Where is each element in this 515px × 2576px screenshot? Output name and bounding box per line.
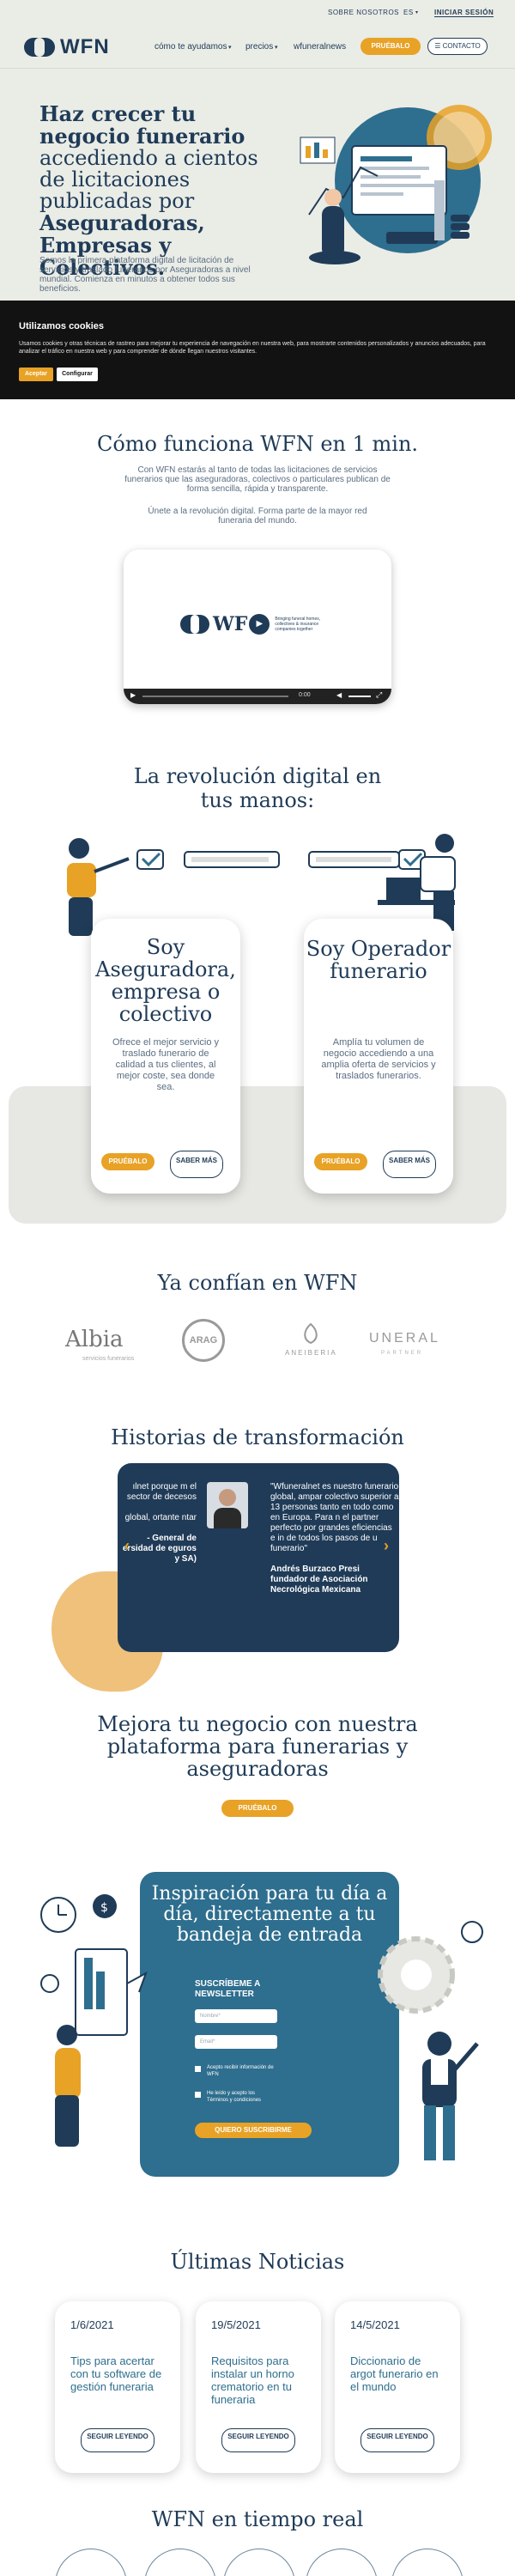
- read-more-button[interactable]: SEGUIR LEYENDO: [81, 2428, 154, 2452]
- video-tagline: Bringing funeral homes, collectives & in…: [275, 617, 321, 632]
- volume-icon[interactable]: ◀: [336, 691, 342, 699]
- contact-button[interactable]: ☰ CONTACTO: [427, 38, 488, 55]
- albia-logo: Albia servicios funerarios: [65, 1327, 135, 1362]
- chevron-right-icon[interactable]: ›: [384, 1537, 389, 1555]
- leaf-icon: [304, 1322, 318, 1345]
- chevron-down-icon: ▾: [228, 45, 232, 51]
- hero-title: Haz crecer tu negocio funerario accedien…: [39, 101, 258, 280]
- operator-more-button[interactable]: SABER MÁS: [383, 1151, 436, 1178]
- news-card[interactable]: 1/6/2021 Tips para acertar con tu softwa…: [55, 2301, 180, 2473]
- subscribe-button[interactable]: QUIERO SUSCRIBIRME: [195, 2123, 312, 2138]
- email-input[interactable]: Email*: [195, 2035, 277, 2049]
- stat-circle: [55, 2549, 127, 2576]
- volume-slider[interactable]: [348, 696, 371, 697]
- contact-label: CONTACTO: [442, 42, 481, 50]
- stat-circle: [306, 2549, 378, 2576]
- insurer-card-title: Soy Aseguradora, empresa o colectivo: [95, 935, 236, 1026]
- logo[interactable]: WFN: [24, 35, 110, 58]
- operator-card: Soy Operador funerario Amplía tu volumen…: [304, 919, 453, 1194]
- about-link[interactable]: SOBRE NOSOTROS: [328, 9, 399, 16]
- configure-cookies-button[interactable]: Configurar: [57, 368, 98, 381]
- operator-card-text: Amplía tu volumen de negocio accediendo …: [321, 1037, 436, 1081]
- funeral-partner-logo: UNERAL PARTNER: [369, 1331, 440, 1356]
- news-date: 1/6/2021: [70, 2318, 114, 2331]
- newsletter-subtitle: SUSCRÍBEME A NEWSLETTER: [195, 1979, 260, 1999]
- nav-item-how[interactable]: cómo te ayudamos: [154, 42, 227, 52]
- how-text-2: Únete a la revolución digital. Forma par…: [148, 507, 367, 526]
- news-date: 19/5/2021: [211, 2318, 261, 2331]
- accept-info-checkbox[interactable]: [195, 2066, 201, 2072]
- cookie-text: Usamos cookies y otras técnicas de rastr…: [19, 341, 486, 355]
- news-headline[interactable]: Diccionario de argot funerario en el mun…: [350, 2354, 446, 2393]
- login-link[interactable]: INICIAR SESIÓN: [434, 9, 494, 17]
- testimonial-slider: ılnet porque m el sector de decesos glob…: [118, 1463, 399, 1652]
- logo-icon: [180, 615, 209, 634]
- chevron-down-icon: ▾: [415, 10, 419, 15]
- cookie-banner: Utilizamos cookies Usamos cookies y otra…: [0, 301, 515, 399]
- hero-section: Haz crecer tu negocio funerario accedien…: [0, 69, 515, 301]
- read-more-button[interactable]: SEGUIR LEYENDO: [221, 2428, 295, 2452]
- language-selector[interactable]: ES: [403, 9, 414, 16]
- hero-text: Somos la primera plataforma digital de l…: [39, 256, 251, 294]
- accept-cookies-button[interactable]: Aceptar: [19, 368, 53, 381]
- newsletter-right-illustration: [378, 1921, 483, 2160]
- news-headline[interactable]: Requisitos para instalar un horno cremat…: [211, 2354, 307, 2406]
- news-date: 14/5/2021: [350, 2318, 400, 2331]
- menu-icon: ☰: [434, 42, 441, 50]
- video-time: 0:00: [299, 692, 311, 698]
- top-bar: SOBRE NOSOTROS ES ▾ INICIAR SESIÓN: [0, 0, 515, 24]
- newsletter-card: Inspiración para tu día a día, directame…: [140, 1872, 399, 2177]
- try-button[interactable]: PRUÉBALO: [360, 38, 421, 55]
- video-player[interactable]: WF ▶ Bringing funeral homes, collectives…: [124, 550, 391, 704]
- how-text-1: Con WFN estarás al tanto de todas las li…: [124, 465, 391, 494]
- logo-text: WFN: [60, 35, 110, 58]
- fullscreen-icon[interactable]: ⤢: [376, 690, 382, 700]
- insurer-card-text: Ofrece el mejor servicio y traslado fune…: [112, 1037, 220, 1092]
- newsletter-left-illustration: $: [40, 1894, 148, 2147]
- news-headline[interactable]: Tips para acertar con tu software de ges…: [70, 2354, 167, 2393]
- operator-card-title: Soy Operador funerario: [306, 937, 451, 983]
- insurer-card: Soy Aseguradora, empresa o colectivo Ofr…: [91, 919, 240, 1194]
- video-controls: ▶ 0:00 ◀ ⤢: [124, 689, 391, 704]
- read-more-button[interactable]: SEGUIR LEYENDO: [360, 2428, 434, 2452]
- accept-info-label: Acepto recibir información de WFN: [207, 2065, 274, 2077]
- realtime-title: WFN en tiempo real: [151, 2507, 364, 2531]
- stories-title: Historias de transformación: [111, 1425, 404, 1449]
- arag-logo: ARAG: [182, 1319, 225, 1362]
- nav-item-pricing[interactable]: precios: [245, 42, 273, 52]
- news-card[interactable]: 14/5/2021 Diccionario de argot funerario…: [335, 2301, 460, 2473]
- terms-checkbox[interactable]: [195, 2092, 201, 2098]
- video-logo: WF ▶ Bringing funeral homes, collectives…: [180, 613, 328, 635]
- svg-text:$: $: [100, 1901, 108, 1915]
- video-logo-text: WF: [213, 613, 248, 635]
- play-icon[interactable]: ▶: [249, 614, 270, 635]
- insurer-try-button[interactable]: PRUÉBALO: [101, 1153, 154, 1170]
- operator-try-button[interactable]: PRUÉBALO: [314, 1153, 367, 1170]
- name-input[interactable]: Nombre*: [195, 2009, 277, 2023]
- news-title: Últimas Noticias: [170, 2250, 345, 2274]
- newsletter-title: Inspiración para tu día a día, directame…: [151, 1883, 388, 1946]
- nav-item-news[interactable]: wfuneralnews: [294, 42, 346, 52]
- insurer-more-button[interactable]: SABER MÁS: [170, 1151, 223, 1178]
- aneiberia-logo: ANEIBERIA: [285, 1322, 337, 1358]
- stat-circle: [223, 2549, 295, 2576]
- how-title: Cómo funciona WFN en 1 min.: [96, 432, 419, 456]
- stat-circle: [144, 2549, 216, 2576]
- cookie-title: Utilizamos cookies: [19, 321, 105, 331]
- logo-icon: [24, 38, 55, 57]
- testimonial-right-text: "Wfuneralnet es nuestro funerario global…: [270, 1482, 399, 1595]
- chevron-left-icon[interactable]: ‹: [124, 1537, 130, 1555]
- improve-try-button[interactable]: PRUÉBALO: [221, 1800, 294, 1817]
- terms-label: He leído y acepto los Términos y condici…: [207, 2091, 262, 2103]
- news-card[interactable]: 19/5/2021 Requisitos para instalar un ho…: [196, 2301, 321, 2473]
- stat-circle: [391, 2549, 464, 2576]
- revolution-title: La revolución digital en tus manos:: [133, 764, 382, 812]
- trust-title: Ya confían en WFN: [157, 1271, 358, 1295]
- chevron-down-icon: ▾: [275, 45, 278, 51]
- improve-title: Mejora tu negocio con nuestra plataforma…: [97, 1712, 418, 1781]
- play-icon[interactable]: ▶: [130, 691, 136, 699]
- hero-illustration: [300, 105, 492, 264]
- avatar: [207, 1482, 248, 1528]
- video-progress[interactable]: [142, 696, 288, 697]
